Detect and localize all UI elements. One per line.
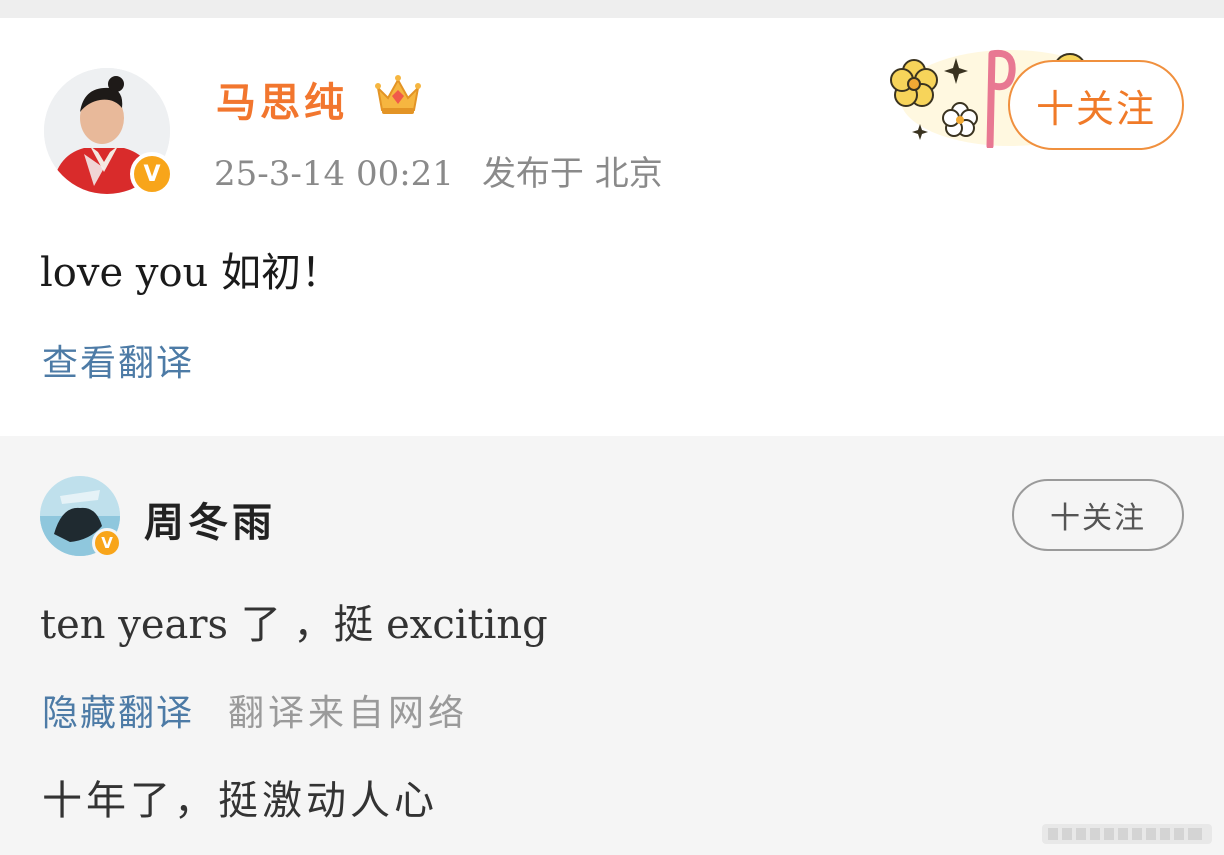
hide-translation-link[interactable]: 隐藏翻译	[42, 684, 194, 736]
post-text: love you 如初！	[40, 250, 342, 296]
follow-button[interactable]: 十关注	[1012, 479, 1184, 551]
comment-text: ten years 了 ，挺 exciting	[40, 602, 548, 648]
post-meta: 25-3-14 00:21 发布于 北京	[214, 146, 663, 195]
verified-v-icon: V	[92, 528, 122, 558]
author-name[interactable]: 马思纯	[216, 70, 348, 128]
post-timestamp: 25-3-14 00:21	[214, 154, 454, 194]
verified-v-icon: V	[130, 152, 174, 196]
vip-crown-icon	[375, 75, 421, 114]
translation-source-label: 翻译来自网络	[228, 693, 469, 734]
follow-button[interactable]: 十关注	[1008, 60, 1184, 150]
comment-card: V 周冬雨 十关注 ten years 了 ，挺 exciting 隐藏翻译 翻…	[0, 436, 1224, 855]
main-post: V 马思纯 25-3-14 00:21 发布于 北京 十关注 love you …	[0, 18, 1224, 436]
post-location: 发布于 北京	[481, 154, 663, 194]
top-divider-bar	[0, 0, 1224, 18]
translated-text: 十年了，挺激动人心	[42, 778, 438, 824]
blurred-watermark-icon	[1042, 824, 1212, 844]
commenter-name[interactable]: 周冬雨	[144, 490, 276, 548]
see-translation-link[interactable]: 查看翻译	[42, 334, 194, 386]
